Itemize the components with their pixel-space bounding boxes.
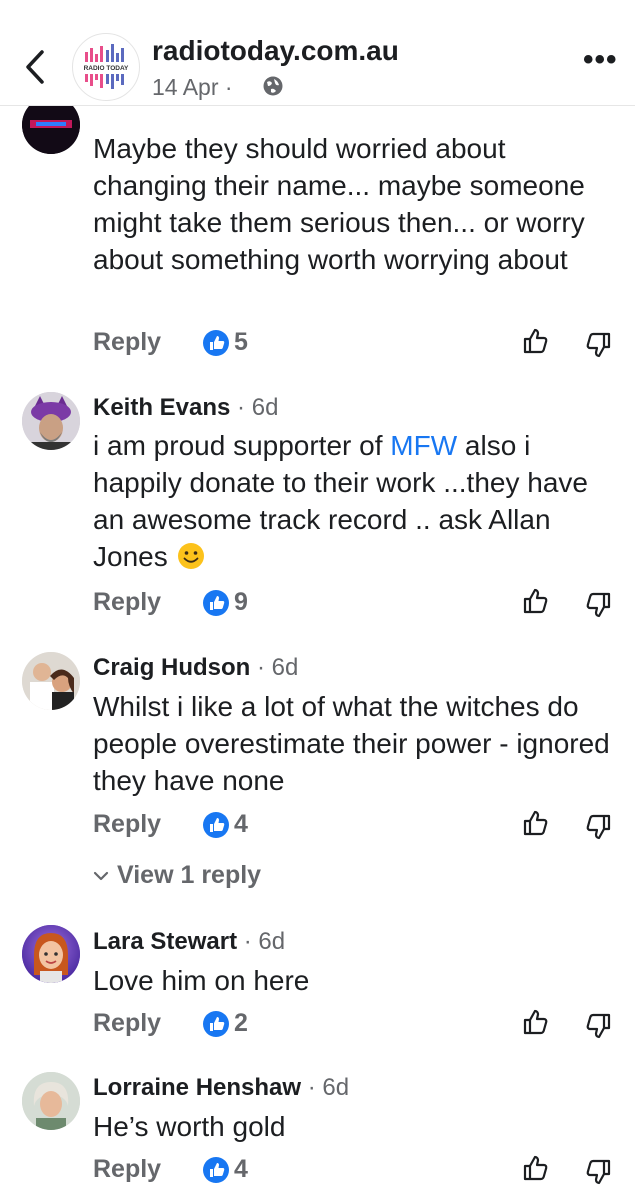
downvote-icon[interactable] bbox=[583, 1157, 613, 1187]
comment-text: Love him on here bbox=[93, 965, 310, 996]
avatar[interactable] bbox=[22, 1072, 80, 1130]
avatar[interactable] bbox=[22, 652, 80, 710]
radiotoday-logo[interactable]: RADIO TODAY bbox=[72, 33, 140, 101]
commenter-name[interactable]: Lorraine Henshaw · 6d bbox=[93, 1074, 349, 1102]
chevron-down-icon bbox=[93, 872, 109, 881]
downvote-icon[interactable] bbox=[583, 330, 613, 360]
like-icon bbox=[203, 1156, 229, 1183]
like-count-value: 2 bbox=[234, 1009, 248, 1037]
comment-actions: Reply 2 bbox=[93, 1009, 623, 1043]
like-count-value: 9 bbox=[234, 588, 248, 616]
post-header: RADIO TODAY radiotoday.com.au 14 Apr · •… bbox=[0, 0, 635, 106]
page-mention-link[interactable]: MFW bbox=[390, 430, 457, 461]
upvote-icon[interactable] bbox=[521, 808, 551, 838]
reply-button[interactable]: Reply bbox=[93, 588, 161, 617]
like-count-value: 5 bbox=[234, 328, 248, 356]
like-count[interactable]: 2 bbox=[203, 1009, 248, 1038]
commenter-name[interactable]: Craig Hudson · 6d bbox=[93, 654, 298, 682]
like-count[interactable]: 5 bbox=[203, 328, 248, 357]
like-count[interactable]: 4 bbox=[203, 1155, 248, 1184]
chevron-left-icon[interactable] bbox=[18, 44, 52, 90]
downvote-icon[interactable] bbox=[583, 1011, 613, 1041]
post-date: 14 Apr · bbox=[152, 74, 233, 100]
reply-button[interactable]: Reply bbox=[93, 328, 161, 357]
comment-text-part: i am proud supporter of bbox=[93, 430, 391, 461]
like-count-value: 4 bbox=[234, 1155, 248, 1183]
comment-actions: Reply 4 bbox=[93, 810, 623, 844]
downvote-icon[interactable] bbox=[583, 812, 613, 842]
comment-text: Whilst i like a lot of what the witches … bbox=[93, 691, 610, 796]
like-count-value: 4 bbox=[234, 810, 248, 838]
upvote-icon[interactable] bbox=[521, 1153, 551, 1183]
comment-time: · 6d bbox=[301, 1074, 350, 1101]
comment-time: · 6d bbox=[230, 394, 279, 421]
comment-actions: Reply 5 bbox=[93, 328, 623, 362]
reply-button[interactable]: Reply bbox=[93, 810, 161, 839]
upvote-icon[interactable] bbox=[521, 586, 551, 616]
like-icon bbox=[203, 589, 229, 616]
like-icon bbox=[203, 329, 229, 356]
upvote-icon[interactable] bbox=[521, 1007, 551, 1037]
like-icon bbox=[203, 811, 229, 838]
site-name[interactable]: radiotoday.com.au bbox=[152, 35, 399, 67]
comment-time: · 6d bbox=[237, 928, 286, 955]
commenter-name-text[interactable]: Craig Hudson bbox=[93, 654, 250, 681]
reply-button[interactable]: Reply bbox=[93, 1009, 161, 1038]
view-replies-button[interactable]: View 1 reply bbox=[93, 861, 261, 890]
upvote-icon[interactable] bbox=[521, 326, 551, 356]
commenter-name-text[interactable]: Keith Evans bbox=[93, 394, 230, 421]
avatar[interactable] bbox=[22, 925, 80, 983]
view-replies-label: View 1 reply bbox=[117, 861, 262, 889]
commenter-name-text[interactable]: Lara Stewart bbox=[93, 928, 237, 955]
commenter-name[interactable]: Lara Stewart · 6d bbox=[93, 928, 285, 956]
like-count[interactable]: 9 bbox=[203, 588, 248, 617]
comment-text: He’s worth gold bbox=[93, 1111, 286, 1142]
like-icon bbox=[203, 1010, 229, 1037]
comment-actions: Reply 4 bbox=[93, 1155, 623, 1189]
comment-actions: Reply 9 bbox=[93, 588, 623, 622]
comment-text: i am proud supporter of MFW also i happi… bbox=[93, 427, 613, 575]
downvote-icon[interactable] bbox=[583, 590, 613, 620]
logo-text: RADIO TODAY bbox=[84, 65, 129, 72]
comment-text: Maybe they should worried about changing… bbox=[93, 133, 585, 275]
commenter-name-text[interactable]: Lorraine Henshaw bbox=[93, 1074, 301, 1101]
smiley-emoji-icon bbox=[177, 543, 204, 569]
more-icon[interactable]: ••• bbox=[583, 45, 618, 75]
like-count[interactable]: 4 bbox=[203, 810, 248, 839]
reply-button[interactable]: Reply bbox=[93, 1155, 161, 1184]
commenter-name[interactable]: Keith Evans · 6d bbox=[93, 394, 278, 422]
comment-time: · 6d bbox=[250, 654, 299, 681]
globe-icon bbox=[263, 76, 283, 96]
avatar[interactable] bbox=[22, 392, 80, 450]
